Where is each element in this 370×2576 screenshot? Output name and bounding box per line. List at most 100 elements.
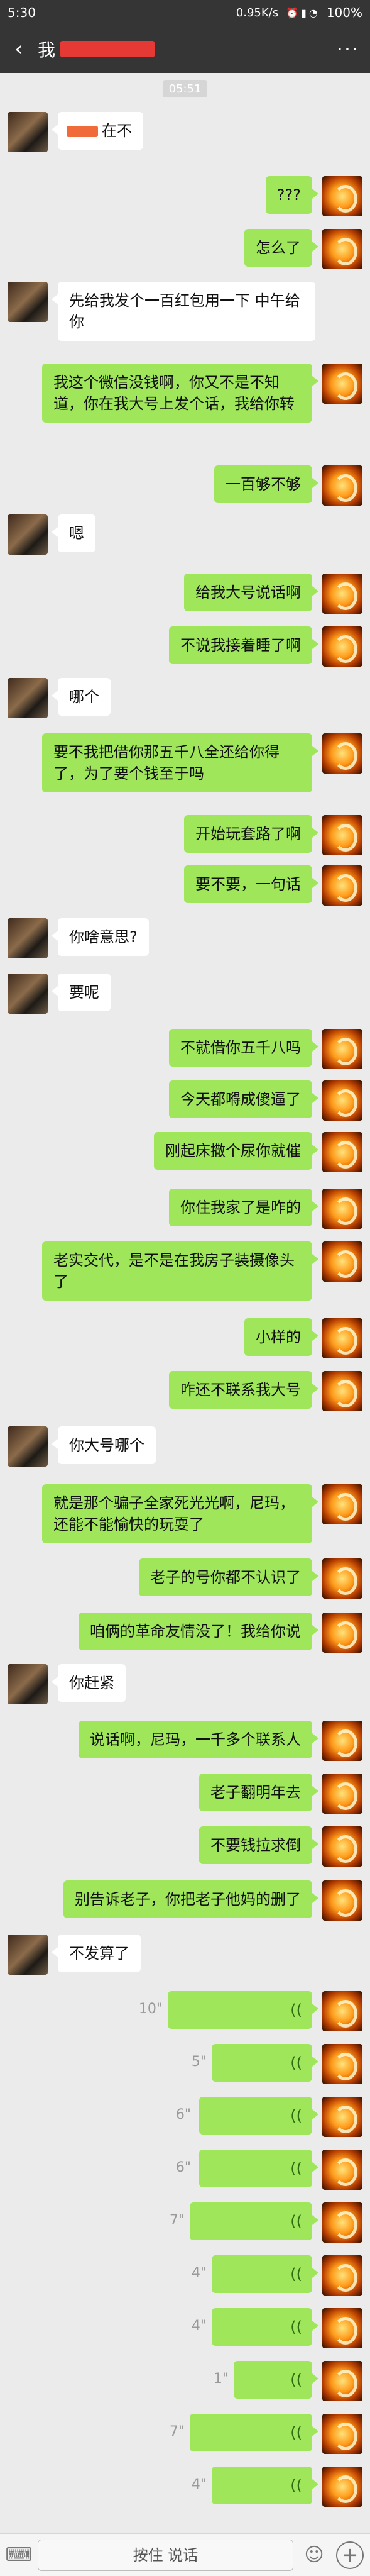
plus-icon[interactable]: +	[336, 2541, 364, 2569]
voice-message-bubble[interactable]: ((	[199, 2097, 318, 2135]
emoji-icon[interactable]: ☺	[298, 2544, 330, 2566]
my-avatar[interactable]	[322, 1189, 362, 1229]
sent-message[interactable]: 我这个微信没钱啊，你又不是不知道，你在我大号上发个话，我给你转	[42, 364, 318, 423]
my-avatar[interactable]	[322, 574, 362, 614]
my-avatar[interactable]	[322, 1774, 362, 1814]
my-avatar[interactable]	[322, 2255, 362, 2296]
my-avatar[interactable]	[322, 733, 362, 774]
sent-message[interactable]: 怎么了	[244, 229, 318, 267]
voice-wave-icon: ((	[290, 2318, 302, 2336]
my-avatar[interactable]	[322, 1721, 362, 1761]
sent-message[interactable]: 给我大号说话啊	[184, 574, 318, 611]
received-message[interactable]: 在不	[52, 112, 143, 150]
my-avatar[interactable]	[322, 2202, 362, 2243]
my-avatar[interactable]	[322, 2361, 362, 2401]
my-avatar[interactable]	[322, 2097, 362, 2137]
my-avatar[interactable]	[322, 2467, 362, 2507]
voice-message-bubble[interactable]: ((	[168, 1991, 318, 2029]
sent-message[interactable]: 要不要，一句话	[184, 865, 318, 903]
my-avatar[interactable]	[322, 1826, 362, 1867]
my-avatar[interactable]	[322, 1080, 362, 1121]
sent-message[interactable]: 不要钱拉求倒	[199, 1826, 318, 1864]
my-avatar[interactable]	[322, 815, 362, 855]
my-avatar[interactable]	[322, 2414, 362, 2454]
sent-message[interactable]: 要不我把借你那五千八全还给你得了，为了要个钱至于吗	[42, 733, 318, 792]
received-message[interactable]: 要呢	[52, 974, 111, 1011]
my-avatar[interactable]	[322, 2044, 362, 2084]
my-avatar[interactable]	[322, 2150, 362, 2190]
sent-message[interactable]: 说话啊，尼玛，一千多个联系人	[79, 1721, 318, 1758]
voice-message-bubble[interactable]: ((	[234, 2361, 318, 2399]
sent-message[interactable]: 开始玩套路了啊	[184, 815, 318, 853]
contact-avatar[interactable]	[8, 974, 48, 1014]
keyboard-icon[interactable]: ⌨	[0, 2544, 38, 2566]
sent-message[interactable]: 老子翻明年去	[199, 1774, 318, 1811]
sent-message[interactable]: 就是那个骗子全家死光光啊，尼玛，还能不能愉快的玩耍了	[42, 1484, 318, 1543]
contact-avatar[interactable]	[8, 1935, 48, 1975]
more-dots-icon[interactable]: ···	[326, 37, 370, 61]
received-message[interactable]: 先给我发个一百红包用一下 中午给你	[52, 282, 315, 341]
sent-message[interactable]: 一百够不够	[214, 465, 318, 503]
sent-message[interactable]: 老子的号你都不认识了	[139, 1558, 318, 1596]
sent-message[interactable]: 咱俩的革命友情没了！我给你说	[79, 1613, 318, 1650]
message-text: 不发算了	[69, 1945, 129, 1962]
sent-message[interactable]: 咋还不联系我大号	[169, 1371, 318, 1409]
back-arrow-icon[interactable]: ‹	[0, 25, 38, 73]
my-avatar[interactable]	[322, 1132, 362, 1172]
my-avatar[interactable]	[322, 865, 362, 906]
sent-message[interactable]: ???	[265, 176, 319, 214]
my-avatar[interactable]	[322, 1029, 362, 1069]
sent-message[interactable]: 不说我接着睡了啊	[169, 626, 318, 664]
message-text: 小样的	[256, 1328, 301, 1346]
sent-message[interactable]: 老实交代，是不是在我房子装摄像头了	[42, 1241, 318, 1301]
contact-avatar[interactable]	[8, 514, 48, 555]
message-text: 要不要，一句话	[195, 875, 301, 893]
voice-message-bubble[interactable]: ((	[212, 2308, 318, 2346]
my-avatar[interactable]	[322, 465, 362, 506]
voice-message-bubble[interactable]: ((	[212, 2255, 318, 2293]
sent-message[interactable]: 小样的	[244, 1318, 318, 1356]
my-avatar[interactable]	[322, 2308, 362, 2348]
received-message[interactable]: 不发算了	[52, 1935, 141, 1972]
voice-duration: 7"	[169, 2212, 185, 2228]
received-message[interactable]: 你赶紧	[52, 1664, 126, 1702]
received-message[interactable]: 你大号哪个	[52, 1426, 156, 1464]
sent-message[interactable]: 别告诉老子，你把老子他妈的删了	[63, 1880, 318, 1918]
contact-avatar[interactable]	[8, 1664, 48, 1704]
contact-avatar[interactable]	[8, 112, 48, 152]
contact-avatar[interactable]	[8, 1426, 48, 1467]
my-avatar[interactable]	[322, 1558, 362, 1599]
voice-message-bubble[interactable]: ((	[212, 2044, 318, 2082]
my-avatar[interactable]	[322, 1371, 362, 1411]
received-message[interactable]: 你啥意思?	[52, 918, 149, 956]
sent-message[interactable]: 你住我家了是咋的	[169, 1189, 318, 1226]
contact-avatar[interactable]	[8, 918, 48, 958]
message-text: 今天都嘚成傻逼了	[180, 1091, 301, 1108]
voice-message-bubble[interactable]: ((	[190, 2414, 318, 2451]
received-message[interactable]: 嗯	[52, 514, 95, 552]
my-avatar[interactable]	[322, 1880, 362, 1921]
my-avatar[interactable]	[322, 1318, 362, 1358]
sent-message[interactable]: 不就借你五千八吗	[169, 1029, 318, 1067]
voice-wave-icon: ((	[290, 2424, 302, 2441]
voice-message-bubble[interactable]: ((	[199, 2150, 318, 2187]
my-avatar[interactable]	[322, 1991, 362, 2031]
contact-avatar[interactable]	[8, 678, 48, 718]
message-text: 老子翻明年去	[210, 1784, 301, 1801]
hold-to-talk-button[interactable]: 按住 说话	[38, 2539, 293, 2571]
my-avatar[interactable]	[322, 364, 362, 404]
my-avatar[interactable]	[322, 626, 362, 667]
my-avatar[interactable]	[322, 1613, 362, 1653]
received-message[interactable]: 哪个	[52, 678, 111, 716]
voice-message-bubble[interactable]: ((	[190, 2202, 318, 2240]
sent-message[interactable]: 刚起床撒个尿你就催	[154, 1132, 318, 1170]
sent-message[interactable]: 今天都嘚成傻逼了	[169, 1080, 318, 1118]
contact-avatar[interactable]	[8, 282, 48, 322]
message-text: 怎么了	[256, 239, 301, 257]
my-avatar[interactable]	[322, 1241, 362, 1282]
voice-message-bubble[interactable]: ((	[212, 2467, 318, 2504]
my-avatar[interactable]	[322, 1484, 362, 1524]
my-avatar[interactable]	[322, 176, 362, 216]
voice-wave-icon: ((	[290, 2265, 302, 2283]
my-avatar[interactable]	[322, 229, 362, 269]
